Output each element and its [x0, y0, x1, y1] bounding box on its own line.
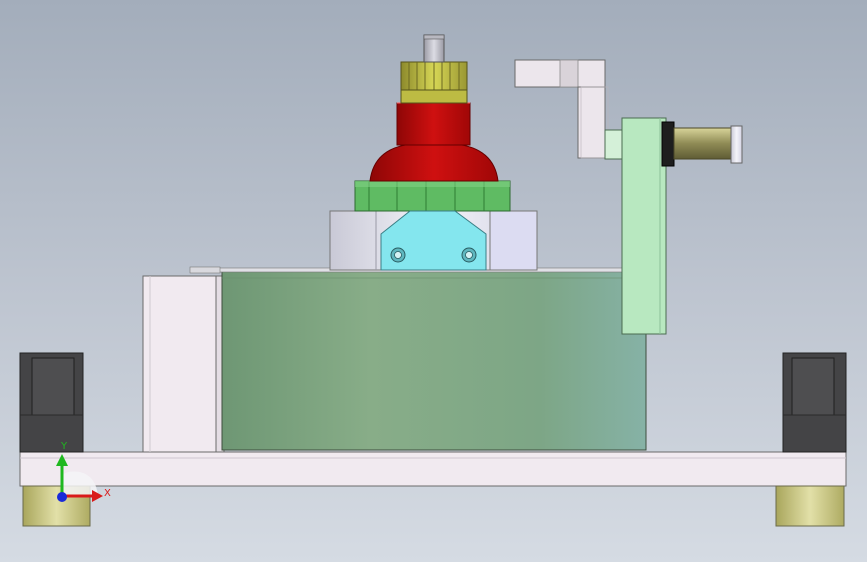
x-axis-label: X	[104, 488, 111, 499]
coordinate-triad	[56, 454, 103, 502]
y-axis-arrowhead	[56, 454, 68, 466]
z-axis-dot	[57, 492, 67, 502]
x-axis-arrowhead	[92, 490, 103, 502]
y-axis-label: Y	[61, 441, 68, 452]
cad-viewport[interactable]: Y X	[0, 0, 867, 562]
